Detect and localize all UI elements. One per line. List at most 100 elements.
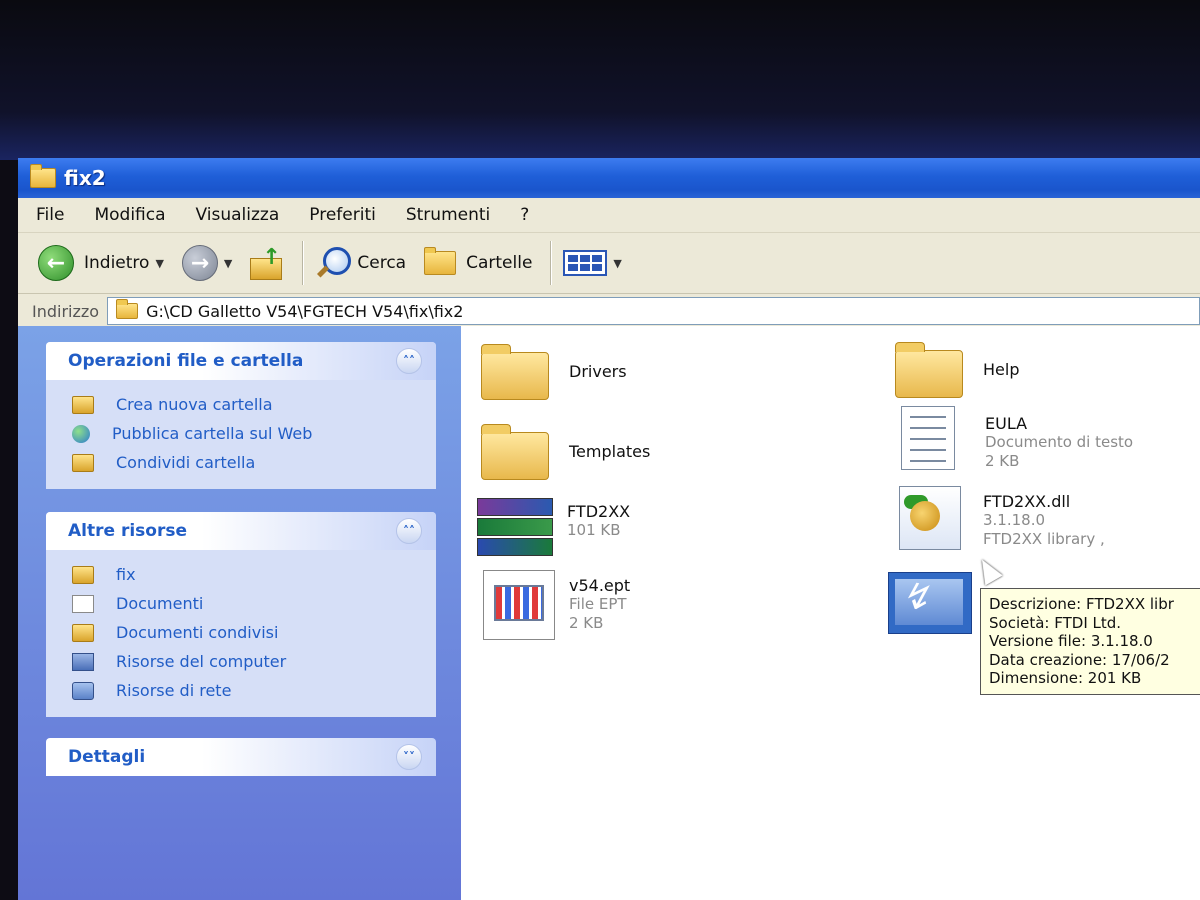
task-label: Crea nuova cartella [116,395,273,414]
address-bar: Indirizzo G:\CD Galletto V54\FGTECH V54\… [18,294,1200,329]
folders-button[interactable]: Cartelle [424,247,532,275]
task-share-folder[interactable]: Condividi cartella [72,448,414,477]
tooltip-description: Descrizione: FTD2XX libr [989,595,1174,613]
file-item-help[interactable]: Help [891,338,1019,402]
search-icon [315,245,352,281]
file-version: 3.1.18.0 [983,511,1046,529]
explorer-window: fix2 File Modifica Visualizza Preferiti … [18,158,1200,900]
tooltip-size: Dimensione: 201 KB [989,669,1142,687]
file-name: Help [983,360,1020,379]
menu-bar: File Modifica Visualizza Preferiti Strum… [18,198,1200,233]
task-pane: Operazioni file e cartella ˄˄ Crea nuova… [18,326,461,900]
folder-icon [481,424,549,480]
menu-strumenti[interactable]: Strumenti [406,205,490,225]
title-bar[interactable]: fix2 [18,158,1200,198]
menu-modifica[interactable]: Modifica [94,205,165,225]
task-label: Condividi cartella [116,453,256,472]
file-name: Templates [569,442,651,461]
search-button[interactable]: Cerca [315,245,406,281]
place-label: Documenti [116,594,204,613]
folder-icon [72,565,94,584]
tooltip-company: Società: FTDI Ltd. [989,613,1122,632]
details-title: Dettagli [68,747,146,767]
collapse-icon[interactable]: ˄˄ [396,348,422,374]
file-name: FTD2XX [567,502,631,521]
file-item-v54-ept[interactable]: v54.ept File EPT 2 KB [477,570,631,640]
folder-icon [30,164,56,188]
task-label: Pubblica cartella sul Web [112,424,313,443]
place-documents[interactable]: Documenti [72,589,414,618]
details-panel: Dettagli ˅˅ [46,738,436,776]
file-description: FTD2XX library , [983,530,1105,548]
back-label: Indietro [84,253,150,273]
place-fix[interactable]: fix [72,560,414,589]
toolbar-separator [550,241,552,285]
file-item-drivers[interactable]: Drivers [477,340,627,404]
address-field[interactable]: G:\CD Galletto V54\FGTECH V54\fix\fix2 [107,297,1200,325]
file-type: File EPT [569,595,627,613]
other-places-header[interactable]: Altre risorse ˄˄ [46,512,436,550]
back-button[interactable]: ← Indietro ▼ [38,245,164,281]
shared-folder-icon [72,623,94,642]
file-name: Drivers [569,362,627,381]
file-item-templates[interactable]: Templates [477,420,650,484]
search-label: Cerca [357,253,407,273]
up-folder-button[interactable]: ↑ [250,247,284,280]
place-network[interactable]: Risorse di rete [72,676,414,705]
tooltip-version: Versione file: 3.1.18.0 [989,632,1153,650]
forward-dropdown-icon[interactable]: ▼ [224,257,232,270]
forward-button[interactable]: → ▼ [181,245,232,281]
file-item-ftd2xx[interactable]: FTD2XX 101 KB [475,494,630,558]
place-label: Risorse di rete [116,681,232,700]
monitor-bezel [0,0,1200,160]
folder-icon [895,342,963,398]
details-header[interactable]: Dettagli ˅˅ [46,738,436,776]
folders-icon [424,247,457,275]
globe-icon [72,424,90,443]
views-icon [563,250,608,276]
tooltip-created: Data creazione: 17/06/2 [989,650,1170,669]
network-icon [72,681,94,700]
file-tasks-body: Crea nuova cartella Pubblica cartella su… [46,380,436,489]
file-size: 101 KB [567,521,621,539]
collapse-icon[interactable]: ˄˄ [396,518,422,544]
menu-preferiti[interactable]: Preferiti [309,205,376,225]
file-info-tooltip: Descrizione: FTD2XX libr Società: FTDI L… [980,588,1200,695]
back-arrow-icon: ← [38,245,74,281]
window-title: fix2 [64,166,106,190]
place-label: fix [116,565,136,584]
dll-library-icon [899,486,961,550]
file-name: EULA [985,414,1028,433]
file-item-ftd2xx-dll[interactable]: FTD2XX.dll 3.1.18.0 FTD2XX library , [891,486,1105,550]
file-name: FTD2XX.dll [983,492,1071,511]
address-path: G:\CD Galletto V54\FGTECH V54\fix\fix2 [146,301,464,321]
documents-icon [72,594,94,613]
place-label: Documenti condivisi [116,623,279,642]
menu-file[interactable]: File [36,205,64,225]
views-button[interactable]: ▼ [563,250,622,276]
address-label: Indirizzo [32,301,100,321]
views-dropdown-icon[interactable]: ▼ [613,257,621,270]
computer-icon [72,652,94,671]
text-document-icon [901,406,955,470]
task-publish-web[interactable]: Pubblica cartella sul Web [72,419,414,448]
task-new-folder[interactable]: Crea nuova cartella [72,390,414,419]
file-item-eula[interactable]: EULA Documento di testo 2 KB [893,406,1133,471]
file-name: v54.ept [569,576,631,595]
address-folder-icon [116,299,139,319]
menu-help[interactable]: ? [520,205,529,225]
folder-icon [481,344,549,400]
other-places-title: Altre risorse [68,521,187,541]
selected-file-icon[interactable]: ↯ [888,572,972,634]
toolbar-separator [302,241,304,285]
place-shared-documents[interactable]: Documenti condivisi [72,618,414,647]
file-type: Documento di testo [985,433,1134,451]
expand-icon[interactable]: ˅˅ [396,744,422,770]
place-my-computer[interactable]: Risorse del computer [72,647,414,676]
file-tasks-header[interactable]: Operazioni file e cartella ˄˄ [46,342,436,380]
toolbar: ← Indietro ▼ → ▼ ↑ Cerca Cartelle ▼ [18,233,1200,294]
back-dropdown-icon[interactable]: ▼ [155,257,163,270]
winrar-archive-icon [477,498,553,556]
other-places-panel: Altre risorse ˄˄ fix Documenti Documenti… [46,512,436,717]
menu-visualizza[interactable]: Visualizza [196,205,280,225]
